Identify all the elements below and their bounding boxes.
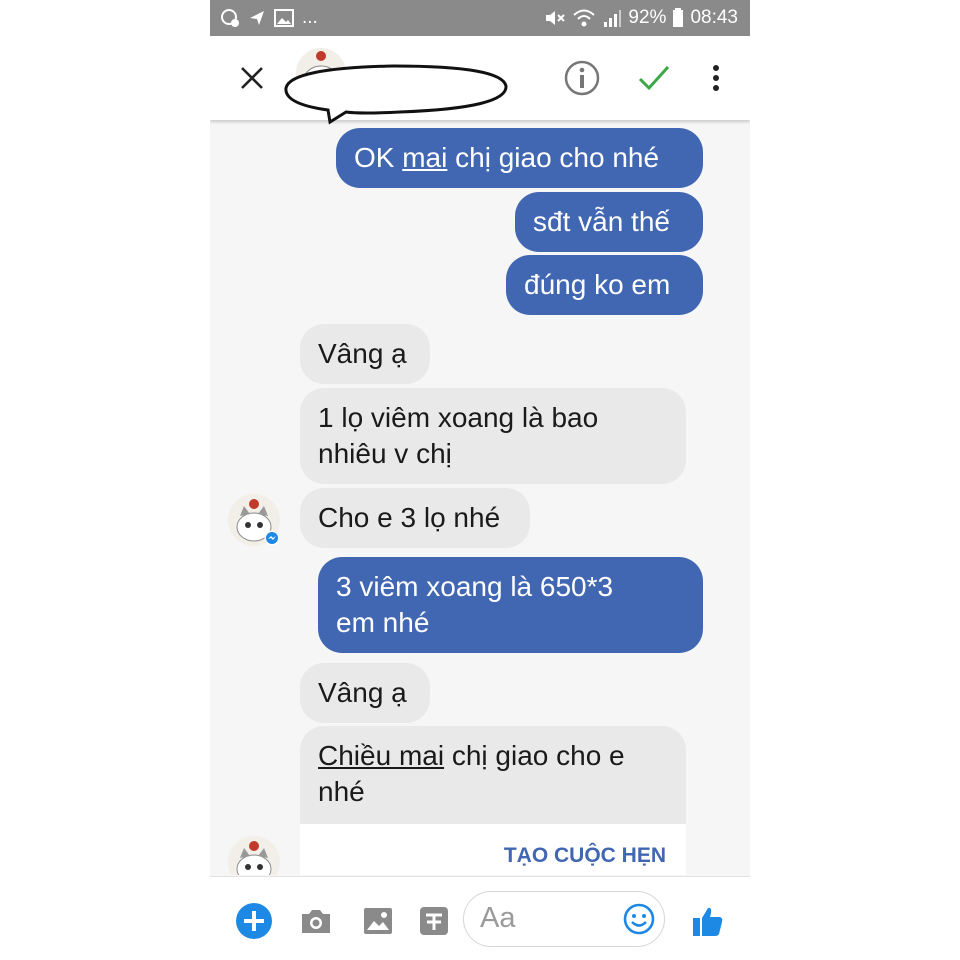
- message-bubble-outgoing[interactable]: OK mai chị giao cho nhé: [336, 128, 703, 188]
- message-text: 3 viêm xoang là 650*3: [336, 571, 614, 602]
- confirm-button[interactable]: [634, 58, 674, 98]
- contact-avatar[interactable]: [228, 494, 280, 546]
- message-bubble-outgoing[interactable]: đúng ko em: [506, 255, 703, 315]
- create-appointment-button[interactable]: TẠO CUỘC HẸN: [504, 844, 666, 868]
- message-text: OK: [354, 142, 403, 173]
- message-text: chị giao cho nhé: [447, 142, 660, 173]
- message-bubble-outgoing[interactable]: sđt vẫn thế: [515, 192, 703, 252]
- mute-icon: [546, 11, 566, 25]
- like-button[interactable]: [688, 901, 728, 941]
- messenger-badge-icon: [264, 530, 280, 546]
- more-vertical-icon: [713, 65, 719, 91]
- messenger-screen: ... 92% 08:43 OK mai chị giao cho nhé sđ…: [210, 0, 750, 960]
- composer-bar: Aa: [210, 876, 750, 960]
- close-button[interactable]: [232, 58, 272, 98]
- message-bubble-incoming[interactable]: Vâng ạ: [300, 324, 430, 384]
- wifi-icon: [573, 9, 596, 27]
- message-list: OK mai chị giao cho nhé sđt vẫn thế đúng…: [210, 120, 750, 875]
- image-icon: [364, 908, 392, 934]
- message-text: Cho e 3 lọ nhé: [318, 502, 501, 533]
- message-text: Vâng ạ: [318, 677, 407, 708]
- emoji-icon: [623, 903, 655, 935]
- gallery-button[interactable]: [360, 903, 396, 939]
- info-icon: [564, 60, 600, 96]
- emoji-button[interactable]: [622, 902, 656, 936]
- message-bubble-outgoing[interactable]: 3 viêm xoang là 650*3 em nhé: [318, 557, 703, 653]
- message-link-text[interactable]: mai: [402, 142, 447, 173]
- info-button[interactable]: [562, 58, 602, 98]
- message-bubble-incoming[interactable]: Chiều mai chị giao cho e nhé: [300, 726, 686, 826]
- redaction-oval: [284, 64, 508, 125]
- message-text: nhiêu v chị: [318, 438, 452, 469]
- notification-icon: [221, 9, 239, 27]
- message-text: nhé: [318, 776, 365, 807]
- message-bubble-incoming[interactable]: Vâng ạ: [300, 663, 430, 723]
- check-icon: [638, 65, 670, 91]
- message-text: Vâng ạ: [318, 338, 407, 369]
- cat-avatar-icon: [236, 841, 272, 875]
- more-menu-button[interactable]: [700, 58, 732, 98]
- message-text: chị giao cho e: [444, 740, 625, 771]
- create-appointment-card: TẠO CUỘC HẸN: [300, 824, 686, 875]
- like-icon: [693, 907, 723, 936]
- message-text: 1 lọ viêm xoang là bao: [318, 402, 599, 433]
- message-bubble-incoming[interactable]: Cho e 3 lọ nhé: [300, 488, 530, 548]
- close-icon: [241, 67, 263, 89]
- more-actions-button[interactable]: [234, 901, 274, 941]
- message-bubble-incoming[interactable]: 1 lọ viêm xoang là bao nhiêu v chị: [300, 388, 686, 484]
- message-link-text[interactable]: Chiều mai: [318, 740, 444, 771]
- camera-button[interactable]: [298, 903, 334, 939]
- message-text: sđt vẫn thế: [533, 206, 670, 237]
- plus-icon: [236, 903, 272, 939]
- message-text: đúng ko em: [524, 269, 671, 300]
- status-bar: ... 92% 08:43: [210, 0, 750, 36]
- signal-icon: [604, 10, 622, 27]
- conversation-header: [210, 36, 750, 125]
- clock: 08:43: [690, 7, 738, 28]
- battery-percent: 92%: [628, 7, 667, 28]
- gallery-icon: [274, 9, 294, 27]
- contact-avatar[interactable]: [228, 836, 280, 875]
- message-text: em nhé: [336, 607, 430, 638]
- message-input[interactable]: Aa: [463, 891, 665, 947]
- more-notifications: ...: [302, 7, 318, 28]
- battery-icon: [673, 8, 684, 27]
- gif-icon: [420, 907, 448, 935]
- camera-icon: [302, 910, 330, 933]
- message-input-placeholder: Aa: [480, 902, 516, 934]
- sticker-button[interactable]: [416, 903, 452, 939]
- send-icon: [250, 11, 264, 25]
